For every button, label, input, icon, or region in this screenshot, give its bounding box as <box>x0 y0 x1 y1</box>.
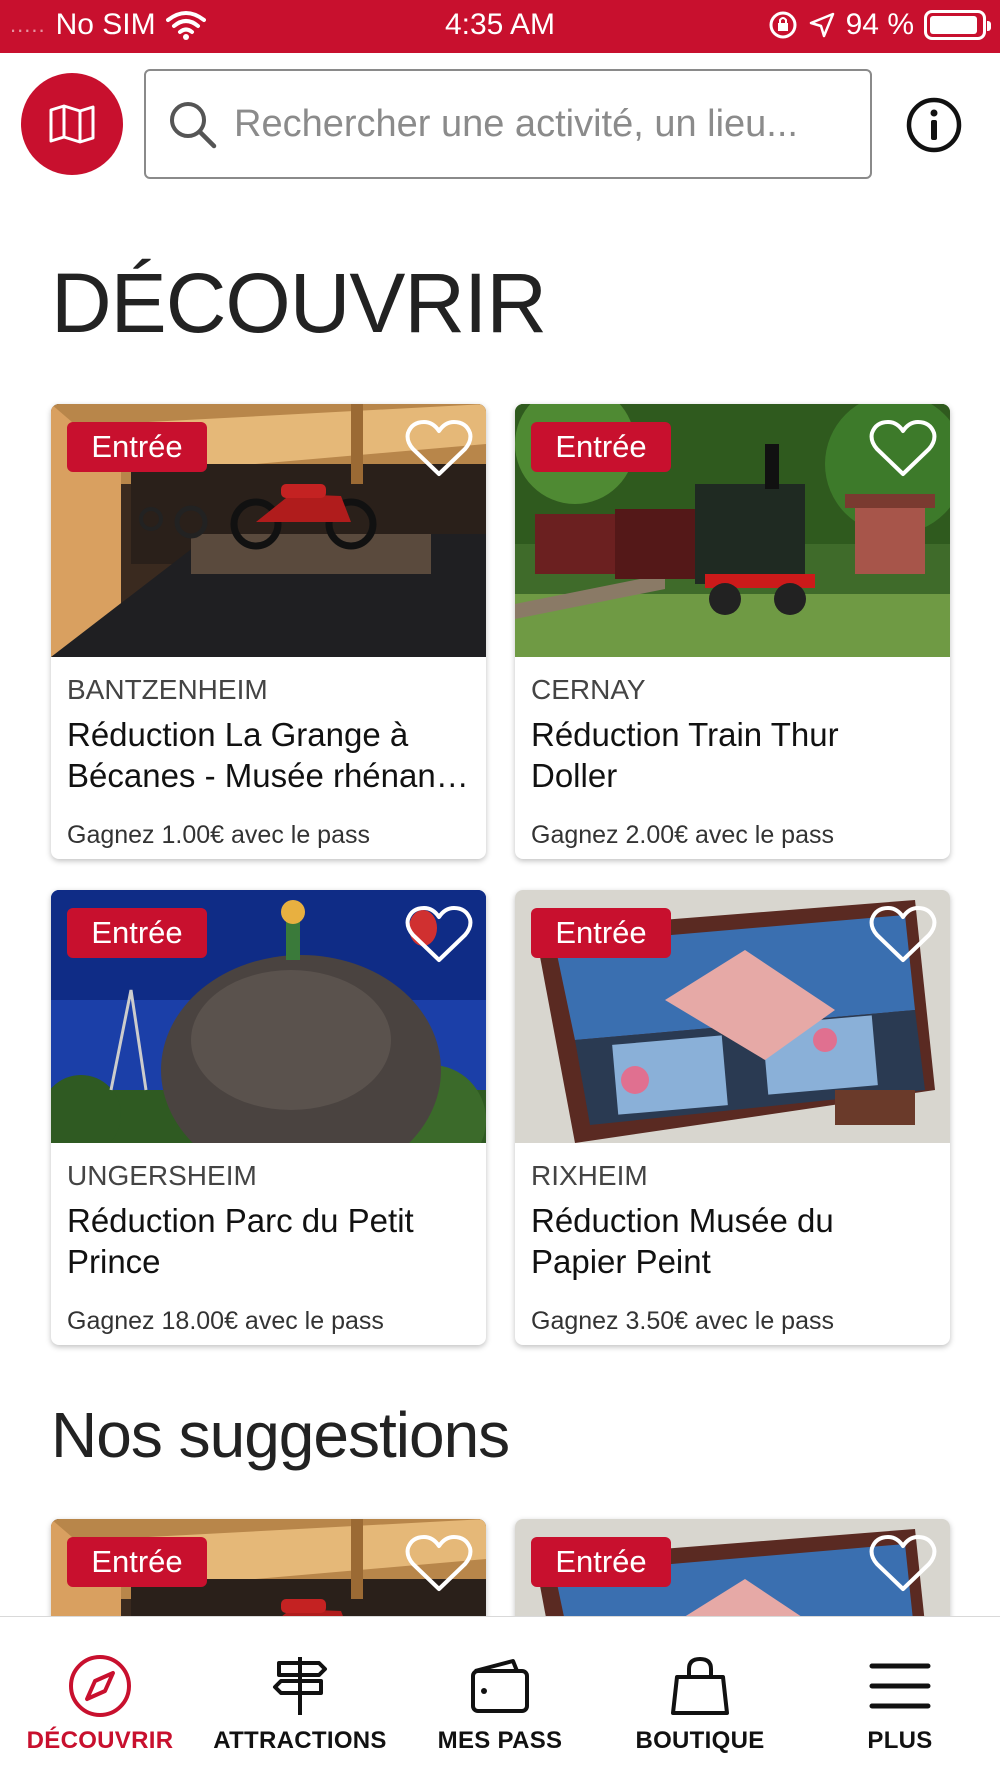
card-title: Réduction Train Thur Doller <box>531 714 936 796</box>
tab-label: DÉCOUVRIR <box>26 1727 174 1754</box>
tab-label: PLUS <box>867 1727 933 1754</box>
tab-discover[interactable]: DÉCOUVRIR <box>0 1617 200 1778</box>
activity-card[interactable]: Entrée CERNAY Réduction Train Thur Dolle… <box>515 404 950 859</box>
search-bar[interactable] <box>144 69 872 179</box>
card-gain: Gagnez 18.00€ avec le pass <box>67 1307 384 1335</box>
bottom-tab-bar: DÉCOUVRIR ATTRACTIONS MES PASS BOUTIQUE … <box>0 1616 1000 1778</box>
card-title-line2: Doller <box>531 757 618 794</box>
activity-card[interactable]: Entrée RIXHEIM Réduction Musée du Papier… <box>515 890 950 1345</box>
tab-my-pass[interactable]: MES PASS <box>400 1617 600 1778</box>
wallet-icon <box>471 1659 529 1713</box>
compass-icon <box>69 1655 131 1717</box>
card-title: Réduction La Grange à Bécanes - Musée rh… <box>67 714 472 796</box>
info-icon <box>906 97 962 153</box>
card-city: CERNAY <box>531 674 646 705</box>
tab-more[interactable]: PLUS <box>800 1617 1000 1778</box>
card-title: Réduction Parc du Petit Prince <box>67 1200 472 1282</box>
signpost-icon <box>273 1657 327 1715</box>
tab-shop[interactable]: BOUTIQUE <box>600 1617 800 1778</box>
map-icon <box>49 104 95 144</box>
search-icon <box>170 102 217 149</box>
card-gain: Gagnez 3.50€ avec le pass <box>531 1307 834 1335</box>
favorite-heart-icon[interactable] <box>868 1533 938 1595</box>
map-button[interactable] <box>21 73 123 175</box>
card-title-line1: Réduction Musée du <box>531 1202 834 1239</box>
suggestions-title: Nos suggestions <box>51 1399 510 1471</box>
status-right: 94 % <box>768 8 991 42</box>
card-title: Réduction Musée du Papier Peint <box>531 1200 936 1282</box>
shopping-bag-icon <box>671 1656 729 1715</box>
card-city: RIXHEIM <box>531 1160 648 1191</box>
card-title-line1: Réduction Train Thur <box>531 716 839 753</box>
card-gain: Gagnez 1.00€ avec le pass <box>67 821 370 849</box>
card-title-line1: Réduction La Grange à <box>67 716 409 753</box>
search-input[interactable] <box>234 102 834 146</box>
entry-badge: Entrée <box>67 1537 207 1587</box>
battery-percent: 94 % <box>845 8 914 41</box>
battery-icon <box>924 10 991 40</box>
discover-title: DÉCOUVRIR <box>51 256 547 350</box>
tab-label: MES PASS <box>437 1727 563 1754</box>
activity-card[interactable]: Entrée BANTZENHEIM Réduction La Grange à… <box>51 404 486 859</box>
entry-badge: Entrée <box>67 908 207 958</box>
entry-badge: Entrée <box>67 422 207 472</box>
favorite-heart-icon[interactable] <box>868 904 938 966</box>
favorite-heart-icon[interactable] <box>404 418 474 480</box>
tab-label: BOUTIQUE <box>635 1727 765 1754</box>
info-button[interactable] <box>905 96 963 154</box>
card-city: UNGERSHEIM <box>67 1160 257 1191</box>
rotation-lock-icon <box>769 11 797 39</box>
location-arrow-icon <box>809 12 834 38</box>
card-title-line2: Bécanes - Musée rhénan de la moto <box>67 757 472 794</box>
entry-badge: Entrée <box>531 1537 671 1587</box>
entry-badge: Entrée <box>531 422 671 472</box>
menu-icon <box>869 1663 931 1709</box>
card-title-line2: Prince <box>67 1243 161 1280</box>
favorite-heart-icon[interactable] <box>404 904 474 966</box>
activity-card[interactable]: Entrée UNGERSHEIM Réduction Parc du Peti… <box>51 890 486 1345</box>
battery-level <box>930 16 977 34</box>
card-title-line2: Papier Peint <box>531 1243 711 1280</box>
favorite-heart-icon[interactable] <box>868 418 938 480</box>
tab-attractions[interactable]: ATTRACTIONS <box>200 1617 400 1778</box>
entry-badge: Entrée <box>531 908 671 958</box>
card-gain: Gagnez 2.00€ avec le pass <box>531 821 834 849</box>
card-city: BANTZENHEIM <box>67 674 268 705</box>
tab-label: ATTRACTIONS <box>213 1727 387 1754</box>
card-title-line1: Réduction Parc du Petit <box>67 1202 414 1239</box>
status-bar: ..... No SIM 4:35 AM 94 % <box>0 0 1000 53</box>
favorite-heart-icon[interactable] <box>404 1533 474 1595</box>
